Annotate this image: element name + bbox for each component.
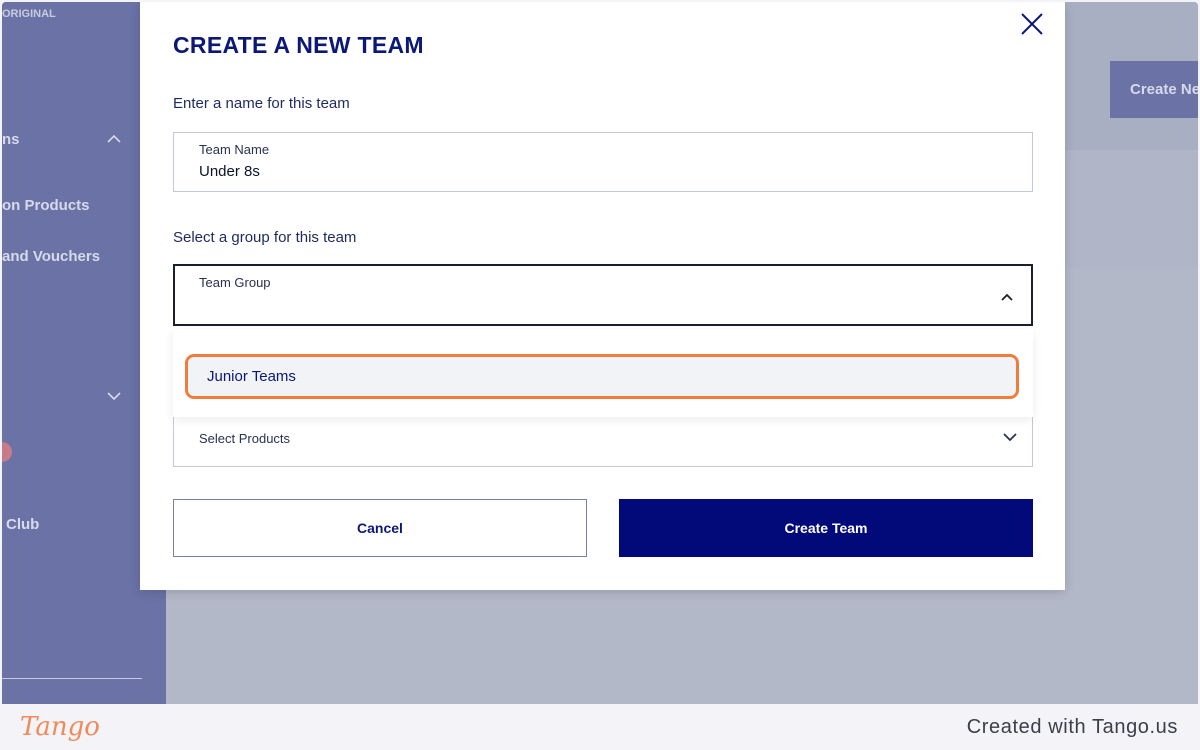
modal-title: CREATE A NEW TEAM <box>173 32 424 58</box>
chevron-up-icon[interactable] <box>999 289 1015 305</box>
chevron-up-icon[interactable] <box>106 131 122 147</box>
option-label: Junior Teams <box>207 368 296 385</box>
tango-logo: Tango <box>20 712 100 742</box>
sidebar-item-teams[interactable]: ns <box>2 131 20 148</box>
notification-dot <box>2 442 12 462</box>
team-name-field[interactable]: Team Name Under 8s <box>173 132 1033 192</box>
group-prompt: Select a group for this team <box>173 229 357 246</box>
chevron-down-icon[interactable] <box>1002 429 1018 445</box>
group-dropdown: Junior Teams <box>173 329 1033 417</box>
footer: Tango Created with Tango.us <box>0 704 1200 750</box>
products-placeholder: Select Products <box>199 431 291 446</box>
team-name-label: Team Name <box>199 142 270 157</box>
created-with-text: Created with Tango.us <box>966 716 1178 738</box>
sidebar-item-club[interactable]: Club <box>6 516 39 533</box>
sidebar-item-products[interactable]: on Products <box>2 197 90 214</box>
sidebar-divider <box>2 678 142 679</box>
create-team-button[interactable]: Create Team <box>619 499 1033 557</box>
close-icon[interactable] <box>1018 10 1046 38</box>
sidebar-brand: ORIGINAL <box>2 8 56 20</box>
dropdown-option-junior-teams[interactable]: Junior Teams <box>185 354 1019 399</box>
chevron-down-icon[interactable] <box>106 388 122 404</box>
app-screen: ORIGINAL ns on Products and Vouchers Clu… <box>2 2 1198 704</box>
sidebar-item-vouchers[interactable]: and Vouchers <box>2 248 100 265</box>
create-new-button[interactable]: Create Ne <box>1110 61 1198 118</box>
create-team-modal: CREATE A NEW TEAM Enter a name for this … <box>140 2 1065 590</box>
team-name-value[interactable]: Under 8s <box>199 163 260 180</box>
team-group-select[interactable]: Team Group <box>173 264 1033 326</box>
name-prompt: Enter a name for this team <box>173 95 350 112</box>
team-group-label: Team Group <box>199 275 271 290</box>
cancel-button[interactable]: Cancel <box>173 499 587 557</box>
